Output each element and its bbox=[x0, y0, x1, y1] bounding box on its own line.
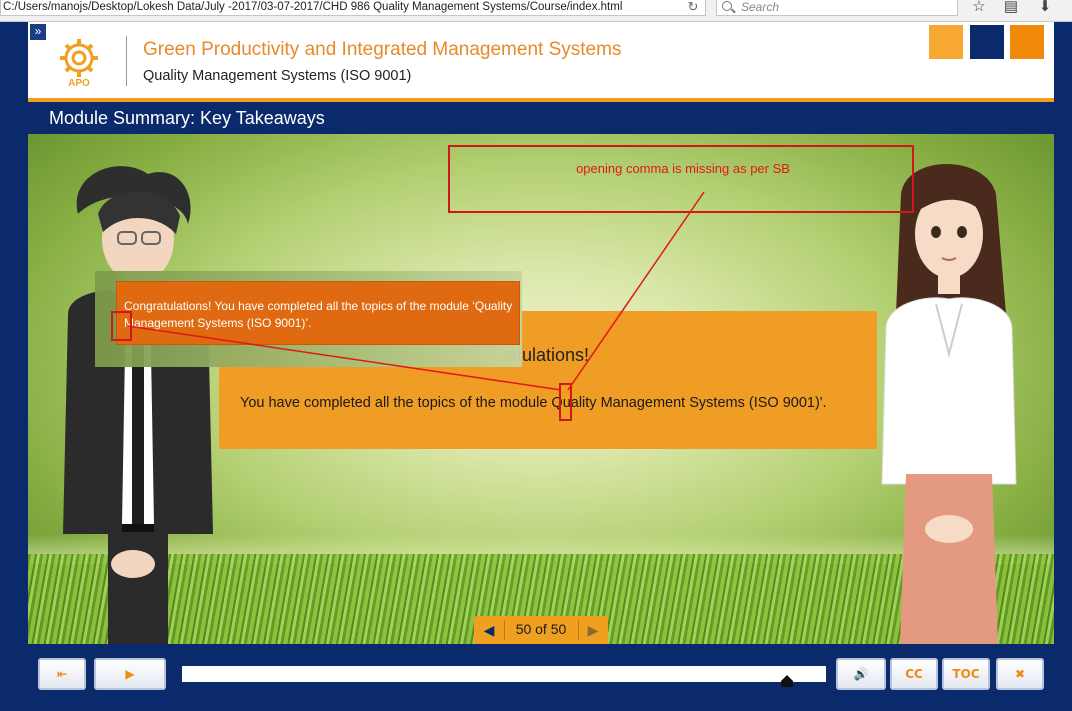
star-icon[interactable]: ☆ bbox=[968, 0, 990, 16]
nav-separator bbox=[578, 620, 579, 640]
search-placeholder: Search bbox=[741, 0, 780, 14]
player-controls: ⇤ ▶ 🔊 CC TOC ✖ bbox=[0, 652, 1072, 711]
storyboard-snippet-text: Congratulations! You have completed all … bbox=[124, 299, 513, 330]
browser-toolbar: C:/Users/manojs/Desktop/Lokesh Data/July… bbox=[0, 0, 1072, 22]
male-character-illustration bbox=[63, 166, 213, 644]
module-title-bar: Module Summary: Key Takeaways bbox=[28, 102, 1054, 134]
toc-label: TOC bbox=[952, 667, 980, 681]
play-icon: ▶ bbox=[125, 667, 135, 681]
panel-body-text: You have completed all the topics of the… bbox=[240, 395, 827, 411]
download-icon[interactable]: ⬇ bbox=[1034, 0, 1056, 16]
cc-label: CC bbox=[905, 667, 923, 681]
reading-list-icon[interactable]: ▤ bbox=[1000, 0, 1022, 16]
close-icon: ✖ bbox=[1014, 667, 1026, 681]
course-player: APO Green Productivity and Integrated Ma… bbox=[28, 22, 1054, 652]
page-counter: 50 of 50 bbox=[515, 621, 567, 637]
progress-fill bbox=[182, 666, 788, 682]
play-button[interactable]: ▶ bbox=[94, 658, 166, 690]
course-title: Green Productivity and Integrated Manage… bbox=[143, 39, 622, 60]
review-comment-text: opening comma is missing as per SB bbox=[576, 161, 790, 176]
next-page-button[interactable]: ▶ bbox=[582, 620, 604, 640]
header-square-3 bbox=[1010, 25, 1044, 59]
closed-captions-button[interactable]: CC bbox=[890, 658, 938, 690]
exit-icon: ⇤ bbox=[56, 667, 68, 681]
progress-handle[interactable] bbox=[780, 674, 794, 688]
course-header: APO Green Productivity and Integrated Ma… bbox=[28, 22, 1054, 98]
expand-chevron-icon[interactable]: » bbox=[30, 24, 46, 40]
exit-button[interactable]: ⇤ bbox=[38, 658, 86, 690]
audio-button[interactable]: 🔊 bbox=[836, 658, 886, 690]
header-square-1 bbox=[929, 25, 963, 59]
search-icon bbox=[722, 1, 732, 11]
progress-bar[interactable] bbox=[182, 666, 826, 682]
header-divider bbox=[126, 36, 127, 86]
close-button[interactable]: ✖ bbox=[996, 658, 1044, 690]
nav-separator bbox=[504, 620, 505, 640]
speaker-icon: 🔊 bbox=[853, 667, 869, 681]
annotation-marker-storyboard bbox=[111, 311, 132, 341]
search-input[interactable]: Search bbox=[716, 0, 958, 16]
apo-logo: APO bbox=[60, 39, 98, 88]
page-navigator: ◀ 50 of 50 ▶ bbox=[474, 616, 608, 644]
module-title: Module Summary: Key Takeaways bbox=[49, 108, 325, 128]
header-square-2 bbox=[970, 25, 1004, 59]
annotation-marker-screen bbox=[559, 383, 572, 421]
toc-button[interactable]: TOC bbox=[942, 658, 990, 690]
female-character-illustration bbox=[881, 164, 1017, 644]
reload-icon[interactable]: ↻ bbox=[682, 0, 704, 16]
prev-page-button[interactable]: ◀ bbox=[478, 620, 500, 640]
review-comment-box: opening comma is missing as per SB bbox=[448, 145, 914, 213]
slide-stage: atulations! You have completed all the t… bbox=[28, 134, 1054, 644]
course-subtitle: Quality Management Systems (ISO 9001) bbox=[143, 68, 412, 84]
address-bar[interactable]: C:/Users/manojs/Desktop/Lokesh Data/July… bbox=[0, 0, 706, 16]
storyboard-snippet: Congratulations! You have completed all … bbox=[116, 281, 520, 345]
logo-text: APO bbox=[68, 78, 90, 88]
